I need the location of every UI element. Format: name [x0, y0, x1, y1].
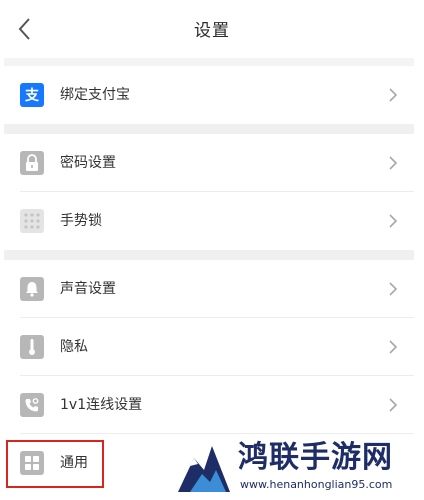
- section-gap: [4, 250, 414, 260]
- thermometer-icon: [20, 335, 44, 359]
- watermark-url: www.henanhonglian95.com: [240, 478, 393, 491]
- group-alipay: 支 绑定支付宝: [4, 66, 414, 124]
- alipay-icon: 支: [20, 83, 44, 107]
- chevron-right-icon: [389, 214, 398, 228]
- grid-icon: [20, 451, 44, 475]
- gesture-grid-icon: [20, 209, 44, 233]
- section-gap: [4, 58, 414, 66]
- lock-icon: [20, 151, 44, 175]
- bell-icon: [20, 277, 44, 301]
- one-v-one-settings-row[interactable]: 1v1连线设置: [4, 376, 414, 434]
- sound-settings-row[interactable]: 声音设置: [4, 260, 414, 318]
- section-gap: [4, 124, 414, 134]
- gesture-lock-label: 手势锁: [60, 213, 102, 229]
- chevron-right-icon: [389, 398, 398, 412]
- alipay-label: 绑定支付宝: [60, 87, 130, 103]
- svg-text:支: 支: [24, 87, 40, 104]
- chevron-right-icon: [389, 156, 398, 170]
- one-v-one-settings-label: 1v1连线设置: [60, 397, 143, 413]
- general-label: 通用: [60, 455, 88, 471]
- chevron-right-icon: [389, 340, 398, 354]
- watermark-text: 鸿联手游网: [238, 440, 393, 475]
- alipay-row[interactable]: 支 绑定支付宝: [4, 66, 414, 124]
- password-settings-label: 密码设置: [60, 155, 116, 171]
- chevron-right-icon: [389, 88, 398, 102]
- sound-settings-label: 声音设置: [60, 281, 116, 297]
- privacy-label: 隐私: [60, 339, 88, 355]
- privacy-row[interactable]: 隐私: [4, 318, 414, 376]
- watermark: 鸿联手游网 www.henanhonglian95.com: [176, 436, 424, 500]
- chevron-right-icon: [389, 282, 398, 296]
- phone-icon: [20, 393, 44, 417]
- top-bar: 设置: [0, 0, 424, 58]
- group-security: 密码设置 手势锁: [4, 134, 414, 250]
- password-settings-row[interactable]: 密码设置: [4, 134, 414, 192]
- gesture-lock-row[interactable]: 手势锁: [4, 192, 414, 250]
- page-title: 设置: [194, 21, 230, 41]
- mountain-logo-icon: [178, 446, 230, 492]
